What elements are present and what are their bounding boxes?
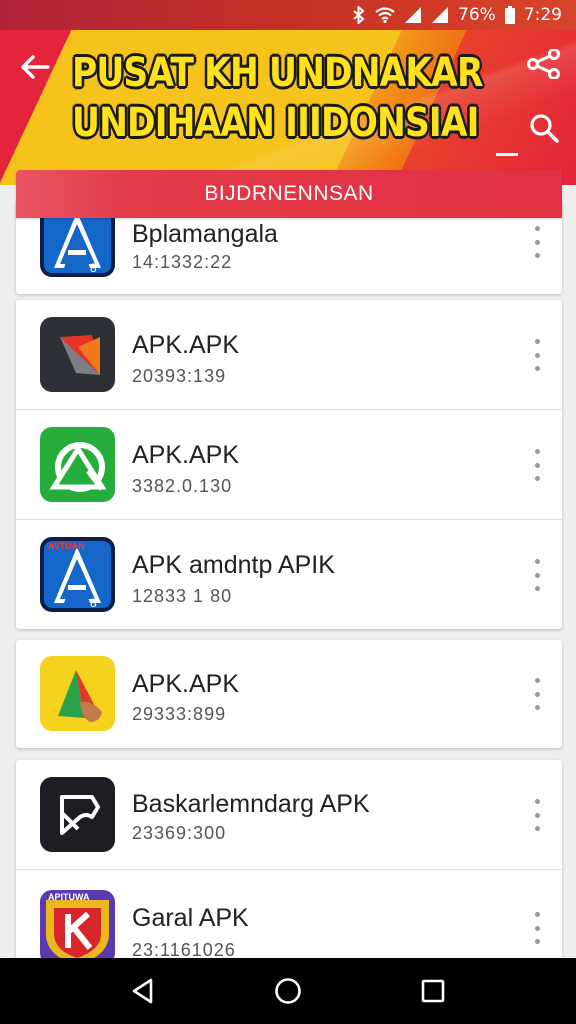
back-button[interactable]: [14, 48, 56, 86]
title-line-1: PUSAT KH UNDNAKAR: [72, 50, 483, 96]
svg-text:8: 8: [90, 261, 97, 275]
dot: [534, 559, 540, 564]
list-item[interactable]: Baskarlemndarg APK 23369:300: [16, 760, 562, 870]
dot: [534, 939, 540, 944]
dot: [534, 678, 540, 683]
yellow-triangle-icon: [40, 656, 115, 731]
dot: [534, 799, 540, 804]
app-name: Bplamangala: [132, 220, 278, 248]
dark-flag-icon: [40, 777, 115, 852]
category-tab-header[interactable]: BIJDRNENNSAN: [16, 170, 562, 218]
app-name: APK.APK: [132, 331, 239, 359]
search-button[interactable]: [524, 108, 564, 148]
app-meta: 20393:139: [132, 366, 227, 386]
app-card-3: APK.APK 29333:899: [16, 640, 562, 748]
divider-dash: [496, 153, 518, 156]
more-options-button[interactable]: [528, 222, 546, 262]
app-name: APK amdntp APIK: [132, 551, 335, 579]
dot: [534, 826, 540, 831]
dark-red-triangle-icon: [40, 317, 115, 392]
list-item[interactable]: APK.APK 20393:139: [16, 300, 562, 410]
nav-back-button[interactable]: [113, 961, 173, 1021]
app-meta: 3382.0.130: [132, 476, 233, 496]
svg-text:APITUWA: APITUWA: [48, 892, 90, 902]
dot: [534, 239, 540, 245]
bluetooth-icon: [352, 6, 366, 24]
triangle-back-icon: [132, 978, 152, 1004]
more-options-button[interactable]: [528, 674, 546, 714]
svg-text:AVTUAN: AVTUAN: [48, 541, 85, 551]
search-icon: [530, 114, 559, 143]
battery-icon: [504, 6, 515, 24]
circle-home-icon: [275, 978, 301, 1004]
signal-icon: [404, 7, 422, 23]
app-meta: 23369:300: [132, 823, 227, 843]
dot: [534, 812, 540, 818]
more-options-button[interactable]: [528, 555, 546, 595]
app-name: APK.APK: [132, 441, 239, 469]
title-line-2: UNDIHAAN IIIDONSIAI: [72, 100, 479, 146]
nav-recents-button[interactable]: [403, 961, 463, 1021]
nav-home-button[interactable]: [258, 961, 318, 1021]
dot: [534, 226, 540, 231]
more-options-button[interactable]: [528, 908, 546, 948]
dot: [534, 912, 540, 917]
list-item[interactable]: APK.APK 3382.0.130: [16, 410, 562, 520]
share-button[interactable]: [524, 44, 564, 84]
square-recents-icon: [422, 979, 445, 1003]
green-arrow-icon: [40, 427, 115, 502]
app-meta: 14:1332:22: [132, 252, 233, 272]
dot: [534, 352, 540, 358]
dot: [534, 449, 540, 454]
app-name: Garal APK: [132, 904, 249, 932]
app-name: APK.APK: [132, 670, 239, 698]
dot: [534, 253, 540, 258]
app-meta: 29333:899: [132, 704, 227, 724]
share-icon: [527, 49, 560, 79]
list-item[interactable]: AVTUAN 8 APK amdntp APIK 12833 1 80: [16, 520, 562, 629]
header-banner: PUSAT KH UNDNAKAR UNDIHAAN IIIDONSIAI: [0, 30, 576, 185]
clock: 7:29: [523, 5, 562, 25]
dot: [534, 691, 540, 697]
dot: [534, 339, 540, 344]
dot: [534, 462, 540, 468]
system-nav-bar: [0, 958, 576, 1024]
dot: [534, 572, 540, 578]
app-card-2: APK.APK 20393:139 APK.APK 3382.0.130 AVT…: [16, 300, 562, 629]
app-meta: 12833 1 80: [132, 586, 233, 606]
page-title: PUSAT KH UNDNAKAR UNDIHAAN IIIDONSIAI: [72, 48, 483, 148]
dot: [534, 366, 540, 371]
more-options-button[interactable]: [528, 335, 546, 375]
blue-a-icon: AVTUAN 8: [40, 537, 115, 612]
more-options-button[interactable]: [528, 795, 546, 835]
wifi-icon: [375, 7, 395, 23]
battery-percent: 76%: [458, 5, 496, 25]
app-name: Baskarlemndarg APK: [132, 790, 370, 818]
dot: [534, 925, 540, 931]
list-item[interactable]: APK.APK 29333:899: [16, 640, 562, 748]
app-card-4: Baskarlemndarg APK 23369:300 APITUWA Gar…: [16, 760, 562, 980]
dot: [534, 476, 540, 481]
more-options-button[interactable]: [528, 445, 546, 485]
signal-icon-2: [431, 7, 449, 23]
status-bar: 76% 7:29: [0, 0, 576, 30]
tab-label: BIJDRNENNSAN: [204, 182, 374, 205]
svg-text:8: 8: [90, 596, 97, 610]
shield-k-icon: APITUWA: [40, 890, 115, 965]
dot: [534, 705, 540, 710]
back-arrow-icon: [21, 55, 50, 79]
dot: [534, 586, 540, 591]
